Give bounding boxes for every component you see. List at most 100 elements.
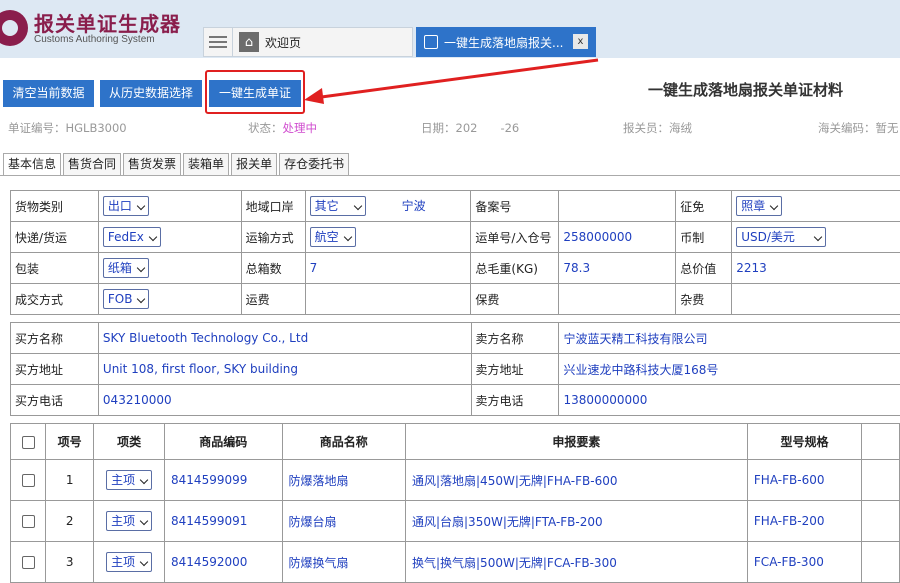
- home-icon: ⌂: [239, 32, 259, 52]
- tab-welcome[interactable]: ⌂ 欢迎页: [233, 27, 413, 57]
- row-type-select[interactable]: 主项: [106, 552, 153, 572]
- boxes-field[interactable]: 7: [304, 252, 472, 284]
- tab-customs-declaration[interactable]: 报关单: [231, 153, 278, 175]
- pack-select[interactable]: 纸箱: [102, 258, 149, 278]
- seller-name-label: 卖方名称: [470, 322, 560, 354]
- misc-field[interactable]: [731, 283, 900, 315]
- levy-label: 征免: [675, 190, 733, 222]
- header-no: 项号: [45, 423, 95, 460]
- row-checkbox[interactable]: [21, 556, 35, 569]
- row-no: 3: [45, 541, 95, 583]
- seller-addr-field[interactable]: 兴业速龙中路科技大厦168号: [558, 353, 900, 385]
- row-model[interactable]: FHA-FB-200: [746, 500, 863, 542]
- seller-tel-field[interactable]: 13800000000: [558, 384, 900, 416]
- row-type-select[interactable]: 主项: [106, 470, 153, 490]
- tab-sales-contract[interactable]: 售货合同: [63, 153, 122, 175]
- row-no: 2: [45, 500, 95, 542]
- close-icon[interactable]: x: [573, 34, 588, 49]
- currency-select[interactable]: USD/美元: [736, 227, 826, 247]
- select-all-header: [9, 423, 47, 460]
- misc-label: 杂费: [675, 283, 733, 315]
- select-all-checkbox[interactable]: [21, 435, 35, 449]
- buyer-name-label: 买方名称: [10, 322, 99, 354]
- express-label: 快递/货运: [10, 221, 99, 253]
- row-model[interactable]: FCA-FB-300: [746, 541, 863, 583]
- seller-tel-label: 卖方电话: [470, 384, 560, 416]
- waybill-field[interactable]: 258000000: [558, 221, 677, 253]
- port-label: 地域口岸: [240, 190, 306, 222]
- header-name: 商品名称: [281, 423, 406, 460]
- cargo-type-select[interactable]: 出口: [102, 196, 149, 216]
- row-name[interactable]: 防爆台扇: [281, 500, 406, 542]
- highlight-box: [205, 70, 305, 114]
- tab-sales-invoice[interactable]: 售货发票: [123, 153, 182, 175]
- history-select-button[interactable]: 从历史数据选择: [100, 80, 202, 107]
- seller-name-field[interactable]: 宁波蓝天精工科技有限公司: [558, 322, 900, 354]
- port-text: 宁波: [401, 199, 426, 213]
- tab-welcome-label: 欢迎页: [265, 35, 302, 50]
- tab-generate[interactable]: 一键生成落地扇报关... x: [416, 27, 596, 57]
- header-extra: [861, 423, 900, 460]
- express-select[interactable]: FedEx: [102, 227, 161, 247]
- table-row: 3 主项 8414592000 防爆换气扇 换气|换气扇|500W|无牌|FCA…: [9, 541, 900, 583]
- row-type-select[interactable]: 主项: [106, 511, 153, 531]
- header-model: 型号规格: [746, 423, 863, 460]
- clear-data-button[interactable]: 清空当前数据: [3, 80, 94, 107]
- logo-subtitle: Customs Authoring System: [34, 34, 155, 45]
- tab-divider: [0, 175, 900, 176]
- weight-field[interactable]: 78.3: [558, 252, 677, 284]
- parties-table: 买方名称 SKY Bluetooth Technology Co., Ltd 卖…: [10, 322, 900, 416]
- status: 状态：处理中: [248, 121, 317, 135]
- insurance-label: 保费: [470, 283, 560, 315]
- buyer-addr-field[interactable]: Unit 108, first floor, SKY building: [97, 353, 472, 385]
- buyer-addr-label: 买方地址: [10, 353, 99, 385]
- freight-field[interactable]: [304, 283, 472, 315]
- menu-icon[interactable]: [203, 27, 233, 57]
- table-row: 1 主项 8414599099 防爆落地扇 通风|落地扇|450W|无牌|FHA…: [9, 459, 900, 501]
- header-elements: 申报要素: [404, 423, 748, 460]
- buyer-tel-field[interactable]: 043210000: [97, 384, 472, 416]
- table-row: 2 主项 8414599091 防爆台扇 通风|台扇|350W|无牌|FTA-F…: [9, 500, 900, 542]
- customs-code: 海关编码：暂无: [818, 121, 899, 135]
- buyer-name-field[interactable]: SKY Bluetooth Technology Co., Ltd: [97, 322, 472, 354]
- weight-label: 总毛重(KG): [470, 252, 560, 284]
- port-select[interactable]: 其它: [309, 196, 366, 216]
- tab-basic-info[interactable]: 基本信息: [3, 153, 62, 176]
- row-name[interactable]: 防爆换气扇: [281, 541, 406, 583]
- cargo-type-label: 货物类别: [10, 190, 99, 222]
- basic-info-table: 货物类别 出口 地域口岸 其它 宁波 备案号 征免 照章 快递/货运 FedEx …: [10, 190, 900, 315]
- tab-warehouse-entrust[interactable]: 存仓委托书: [279, 153, 350, 175]
- row-extra[interactable]: [861, 541, 900, 583]
- tab-packing-list[interactable]: 装箱单: [183, 153, 230, 175]
- row-extra[interactable]: [861, 459, 900, 501]
- row-code[interactable]: 8414599091: [164, 500, 283, 542]
- row-elements[interactable]: 换气|换气扇|500W|无牌|FCA-FB-300: [404, 541, 748, 583]
- insurance-field[interactable]: [558, 283, 677, 315]
- top-bar: 报关单证生成器 Customs Authoring System ⌂ 欢迎页 一…: [0, 0, 900, 58]
- row-code[interactable]: 8414599099: [164, 459, 283, 501]
- header-type: 项类: [93, 423, 166, 460]
- row-elements[interactable]: 通风|落地扇|450W|无牌|FHA-FB-600: [404, 459, 748, 501]
- row-name[interactable]: 防爆落地扇: [281, 459, 406, 501]
- levy-select[interactable]: 照章: [736, 196, 783, 216]
- row-model[interactable]: FHA-FB-600: [746, 459, 863, 501]
- row-checkbox[interactable]: [21, 515, 35, 528]
- row-code[interactable]: 8414592000: [164, 541, 283, 583]
- transport-select[interactable]: 航空: [309, 227, 356, 247]
- header-code: 商品编码: [164, 423, 283, 460]
- declarant: 报关员：海绒: [623, 121, 692, 135]
- currency-label: 币制: [675, 221, 733, 253]
- row-no: 1: [45, 459, 95, 501]
- row-checkbox[interactable]: [21, 474, 35, 487]
- tab-generate-label: 一键生成落地扇报关...: [444, 35, 564, 50]
- freight-label: 运费: [240, 283, 306, 315]
- row-extra[interactable]: [861, 500, 900, 542]
- document-icon: [424, 35, 438, 49]
- row-elements[interactable]: 通风|台扇|350W|无牌|FTA-FB-200: [404, 500, 748, 542]
- transport-label: 运输方式: [240, 221, 306, 253]
- total-field[interactable]: 2213: [731, 252, 900, 284]
- record-field[interactable]: [558, 190, 677, 222]
- deal-label: 成交方式: [10, 283, 99, 315]
- deal-select[interactable]: FOB: [102, 289, 150, 309]
- total-label: 总价值: [675, 252, 733, 284]
